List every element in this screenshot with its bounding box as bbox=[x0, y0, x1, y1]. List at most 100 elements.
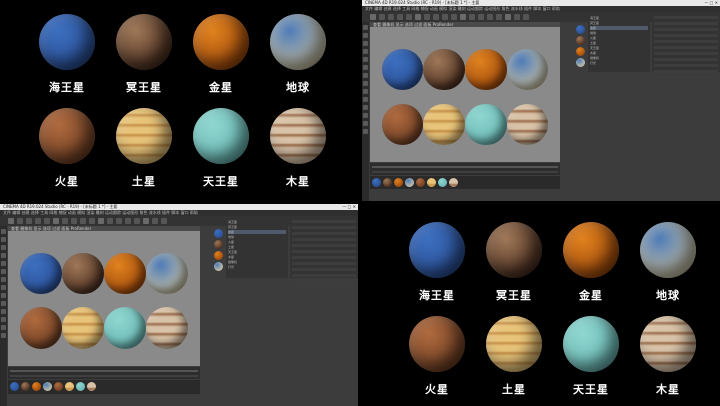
attribute-field[interactable] bbox=[292, 262, 356, 265]
attribute-field[interactable] bbox=[292, 250, 356, 253]
material-preview-venus[interactable] bbox=[576, 47, 585, 56]
viewport-planet-jupiter[interactable] bbox=[146, 307, 189, 350]
left-tool-icon[interactable] bbox=[1, 317, 6, 322]
toolbar-tool-icon[interactable] bbox=[379, 14, 385, 20]
left-tool-icon[interactable] bbox=[1, 333, 6, 338]
timeline-track[interactable] bbox=[10, 370, 198, 372]
material-thumb-neptune[interactable] bbox=[372, 178, 381, 187]
left-tool-icon[interactable] bbox=[363, 121, 368, 126]
attribute-field[interactable] bbox=[654, 46, 718, 49]
object-row[interactable]: 金星 bbox=[228, 230, 286, 234]
animation-timeline[interactable] bbox=[8, 367, 200, 379]
material-thumb-venus[interactable] bbox=[32, 382, 41, 391]
object-row[interactable]: 木星 bbox=[590, 51, 648, 55]
object-row[interactable]: 冥王星 bbox=[228, 225, 286, 229]
material-thumb-neptune[interactable] bbox=[10, 382, 19, 391]
attribute-field[interactable] bbox=[654, 82, 718, 85]
toolbar-tool-icon[interactable] bbox=[53, 218, 59, 224]
object-row[interactable]: 灯光 bbox=[228, 265, 286, 269]
toolbar-tool-icon[interactable] bbox=[8, 218, 14, 224]
viewport-planet-uranus[interactable] bbox=[104, 307, 146, 350]
left-tool-icon[interactable] bbox=[1, 325, 6, 330]
attribute-field[interactable] bbox=[654, 40, 718, 43]
object-row[interactable]: 金星 bbox=[590, 26, 648, 30]
attribute-field[interactable] bbox=[654, 58, 718, 61]
toolbar-tool-icon[interactable] bbox=[107, 218, 113, 224]
toolbar-tool-icon[interactable] bbox=[424, 14, 430, 20]
object-row[interactable]: 地球 bbox=[590, 31, 648, 35]
viewport-planet-uranus[interactable] bbox=[465, 103, 507, 145]
left-tool-icon[interactable] bbox=[363, 73, 368, 78]
attribute-field[interactable] bbox=[654, 16, 718, 19]
material-preview-earth[interactable] bbox=[214, 262, 223, 271]
toolbar-tool-icon[interactable] bbox=[80, 218, 86, 224]
material-thumb-mars[interactable] bbox=[416, 178, 425, 187]
material-thumb-uranus[interactable] bbox=[438, 178, 447, 187]
toolbar-tool-icon[interactable] bbox=[89, 218, 95, 224]
material-thumb-earth[interactable] bbox=[43, 382, 52, 391]
object-row[interactable]: 海王星 bbox=[590, 16, 648, 20]
left-tool-icon[interactable] bbox=[363, 129, 368, 134]
left-tool-icon[interactable] bbox=[363, 105, 368, 110]
toolbar-tool-icon[interactable] bbox=[478, 14, 484, 20]
viewport-perspective[interactable]: 查看 摄像机 显示 选项 过滤 面板 ProRender bbox=[370, 22, 560, 162]
material-preview-pluto[interactable] bbox=[214, 240, 223, 249]
toolbar-tool-icon[interactable] bbox=[514, 14, 520, 20]
toolbar-tool-icon[interactable] bbox=[451, 14, 457, 20]
left-tool-icon[interactable] bbox=[1, 269, 6, 274]
object-row[interactable]: 摄像机 bbox=[590, 56, 648, 60]
attribute-field[interactable] bbox=[292, 226, 356, 229]
viewport-perspective[interactable]: 查看 摄像机 显示 选项 过滤 面板 ProRender bbox=[8, 226, 200, 366]
toolbar-tool-icon[interactable] bbox=[98, 218, 104, 224]
viewport-planet-earth[interactable] bbox=[146, 252, 189, 295]
toolbar-tool-icon[interactable] bbox=[134, 218, 140, 224]
object-row[interactable]: 天王星 bbox=[590, 46, 648, 50]
viewport-planet-mars[interactable] bbox=[19, 307, 62, 350]
object-row[interactable]: 天王星 bbox=[228, 250, 286, 254]
object-row[interactable]: 土星 bbox=[228, 245, 286, 249]
toolbar-tool-icon[interactable] bbox=[442, 14, 448, 20]
left-tool-icon[interactable] bbox=[363, 57, 368, 62]
toolbar-tool-icon[interactable] bbox=[161, 218, 167, 224]
object-row[interactable]: 土星 bbox=[590, 41, 648, 45]
viewport-planet-saturn[interactable] bbox=[62, 307, 104, 350]
attribute-field[interactable] bbox=[654, 22, 718, 25]
object-row[interactable]: 地球 bbox=[228, 235, 286, 239]
material-thumb-venus[interactable] bbox=[394, 178, 403, 187]
material-thumb-saturn[interactable] bbox=[427, 178, 436, 187]
toolbar-tool-icon[interactable] bbox=[487, 14, 493, 20]
left-tool-icon[interactable] bbox=[1, 253, 6, 258]
toolbar-tool-icon[interactable] bbox=[143, 218, 149, 224]
toolbar-tool-icon[interactable] bbox=[26, 218, 32, 224]
left-tool-icon[interactable] bbox=[1, 229, 6, 234]
toolbar-tool-icon[interactable] bbox=[523, 14, 529, 20]
timeline-track[interactable] bbox=[10, 375, 198, 377]
toolbar-tool-icon[interactable] bbox=[370, 14, 376, 20]
viewport-planet-neptune[interactable] bbox=[381, 48, 423, 91]
animation-timeline[interactable] bbox=[370, 163, 560, 175]
material-preview-earth[interactable] bbox=[576, 58, 585, 67]
left-tool-icon[interactable] bbox=[363, 81, 368, 86]
attribute-field[interactable] bbox=[292, 238, 356, 241]
toolbar-tool-icon[interactable] bbox=[125, 218, 131, 224]
left-tool-icon[interactable] bbox=[1, 293, 6, 298]
toolbar-tool-icon[interactable] bbox=[406, 14, 412, 20]
toolbar-tool-icon[interactable] bbox=[62, 218, 68, 224]
left-tool-icon[interactable] bbox=[1, 309, 6, 314]
timeline-track[interactable] bbox=[372, 166, 558, 168]
toolbar-tool-icon[interactable] bbox=[433, 14, 439, 20]
left-tool-icon[interactable] bbox=[363, 97, 368, 102]
object-row[interactable]: 海王星 bbox=[228, 220, 286, 224]
toolbar-tool-icon[interactable] bbox=[152, 218, 158, 224]
attribute-field[interactable] bbox=[654, 28, 718, 31]
attribute-field[interactable] bbox=[654, 52, 718, 55]
toolbar-tool-icon[interactable] bbox=[116, 218, 122, 224]
timeline-track[interactable] bbox=[372, 171, 558, 173]
attribute-field[interactable] bbox=[654, 34, 718, 37]
left-tool-icon[interactable] bbox=[1, 277, 6, 282]
left-tool-icon[interactable] bbox=[363, 41, 368, 46]
attribute-field[interactable] bbox=[292, 286, 356, 289]
viewport-planet-neptune[interactable] bbox=[19, 252, 62, 295]
viewport-menu[interactable]: 查看 摄像机 显示 选项 过滤 面板 ProRender bbox=[8, 226, 200, 231]
viewport-planet-earth[interactable] bbox=[507, 48, 549, 91]
